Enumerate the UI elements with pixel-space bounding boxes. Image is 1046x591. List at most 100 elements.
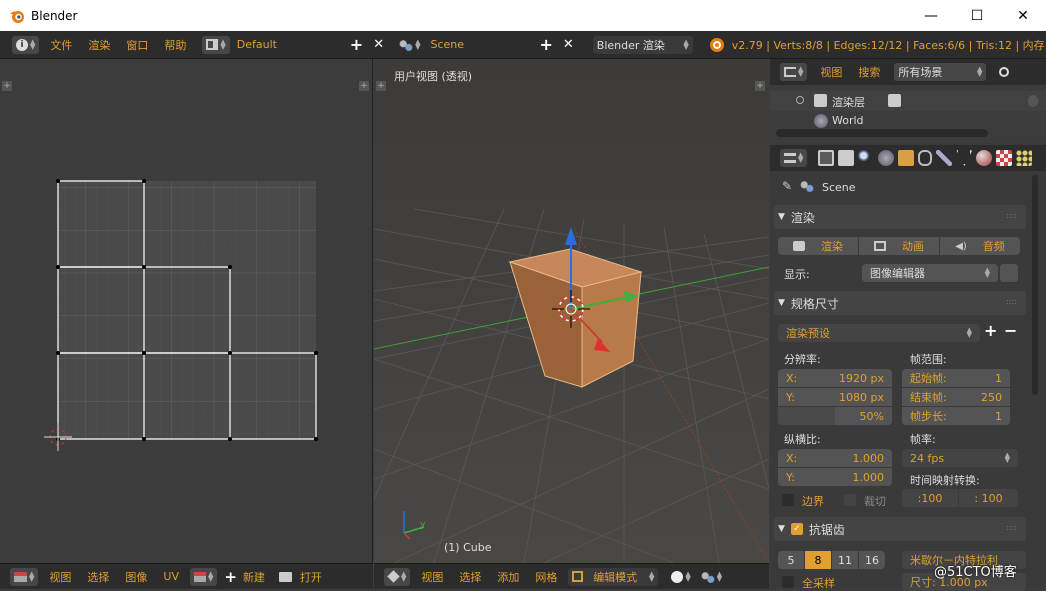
aspect-x-field[interactable]: X: 1.000 — [778, 449, 892, 467]
mode-select[interactable]: 编辑模式 ▲ ▼ — [568, 567, 659, 586]
properties-scrollbar[interactable] — [1032, 175, 1038, 395]
tab-animation[interactable]: 动画 — [859, 237, 939, 255]
particles-context-icon[interactable] — [1016, 150, 1033, 166]
remove-preset-icon[interactable]: − — [1004, 321, 1017, 340]
open-image-button[interactable]: 打开 — [300, 569, 322, 585]
3d-menu-select[interactable]: 选择 — [459, 569, 481, 585]
add-preset-icon[interactable]: + — [984, 321, 997, 340]
area-split-plus-icon[interactable]: + — [376, 81, 386, 91]
tab-audio[interactable]: ◀) 音频 — [940, 237, 1020, 255]
constraints-context-icon[interactable] — [918, 150, 933, 166]
uv-image-editor[interactable]: + + — [0, 59, 373, 563]
drag-handle-icon[interactable]: :::: — [1006, 297, 1017, 306]
scene-name[interactable]: Scene — [430, 38, 534, 51]
border-checkbox[interactable] — [782, 494, 794, 506]
time-remap-old-field[interactable]: :100 — [902, 489, 958, 507]
scroll-up-icon[interactable] — [1028, 95, 1038, 107]
tab-render[interactable]: 渲染 — [778, 237, 858, 255]
minimize-button[interactable]: — — [908, 0, 954, 31]
outliner-filter-select[interactable]: 所有场景 ▲ ▼ — [894, 63, 987, 81]
render-context-icon[interactable] — [818, 150, 835, 166]
outliner-menu-view[interactable]: 视图 — [820, 64, 842, 80]
editor-type-outliner-button[interactable]: ▲ ▼ — [780, 63, 808, 81]
uv-grid-canvas[interactable] — [0, 59, 373, 563]
fps-select[interactable]: 24 fps ▲ ▼ — [902, 449, 1018, 467]
add-layout-icon[interactable]: + — [350, 35, 363, 54]
area-split-plus-icon[interactable]: + — [755, 81, 765, 91]
modifiers-context-icon[interactable] — [936, 150, 953, 166]
renderlayer-context-icon[interactable] — [838, 150, 855, 166]
editor-type-properties-button[interactable]: ▲ ▼ — [780, 149, 808, 167]
renderlayer-label[interactable]: 渲染层 — [832, 94, 865, 110]
pivot-point-icon[interactable] — [700, 570, 715, 583]
frame-end-field[interactable]: 结束帧: 250 — [902, 388, 1010, 406]
uv-menu-view[interactable]: 视图 — [49, 569, 71, 585]
remove-scene-icon[interactable]: ✕ — [563, 37, 574, 52]
3d-viewport[interactable]: y 用户视图 (透视) (1) Cube + + — [374, 59, 769, 563]
add-scene-icon[interactable]: + — [539, 35, 552, 54]
resolution-x-field[interactable]: X: 1920 px — [778, 369, 892, 387]
frame-step-field[interactable]: 帧步长: 1 — [902, 407, 1010, 425]
screen-layout-name[interactable]: Default — [237, 38, 345, 51]
full-sample-checkbox[interactable] — [782, 576, 794, 588]
data-context-icon[interactable] — [956, 150, 973, 166]
world-context-icon[interactable] — [878, 150, 895, 166]
time-remap-new-field[interactable]: : 100 — [959, 489, 1018, 507]
uv-menu-uv[interactable]: UV — [163, 570, 179, 583]
uv-menu-image[interactable]: 图像 — [125, 569, 147, 585]
3d-menu-add[interactable]: 添加 — [497, 569, 519, 585]
editor-type-3d-button[interactable]: ▲ ▼ — [384, 567, 411, 586]
drag-handle-icon[interactable]: :::: — [1006, 523, 1017, 532]
crop-label[interactable]: 裁切 — [864, 493, 886, 509]
tree-expand-icon[interactable] — [796, 96, 804, 104]
uv-menu-select[interactable]: 选择 — [87, 569, 109, 585]
screen-layout-button[interactable]: ▲ ▼ — [202, 35, 230, 54]
render-engine-select[interactable]: Blender 渲染 ▲ ▼ — [592, 35, 693, 54]
render-preset-select[interactable]: 渲染预设 ▲ ▼ — [778, 324, 980, 342]
close-button[interactable]: ✕ — [1000, 0, 1046, 31]
open-folder-icon[interactable] — [278, 571, 292, 582]
material-context-icon[interactable] — [976, 150, 993, 166]
outliner-hscrollbar[interactable] — [776, 129, 988, 137]
editor-type-uv-button[interactable]: ▲ ▼ — [10, 567, 39, 586]
renderlayer-toggle-icon[interactable] — [888, 94, 901, 107]
3d-menu-view[interactable]: 视图 — [421, 569, 443, 585]
outliner-row-renderlayer[interactable]: 渲染层 — [770, 91, 1046, 111]
texture-context-icon[interactable] — [996, 150, 1013, 166]
aspect-y-field[interactable]: Y: 1.000 — [778, 468, 892, 486]
new-image-button[interactable]: 新建 — [243, 569, 265, 585]
maximize-button[interactable]: ☐ — [954, 0, 1000, 31]
object-context-icon[interactable] — [898, 150, 915, 166]
aa-samples-5[interactable]: 5 — [778, 551, 804, 569]
remove-layout-icon[interactable]: ✕ — [373, 37, 384, 52]
search-icon[interactable] — [999, 67, 1010, 77]
editor-type-info-button[interactable]: i ▲ ▼ — [12, 35, 40, 54]
viewport-scene[interactable]: y — [374, 59, 769, 563]
scene-context-icon[interactable] — [858, 150, 875, 166]
crop-checkbox[interactable] — [844, 494, 856, 506]
resolution-percent-slider[interactable]: 50% — [778, 407, 892, 425]
aa-samples-16[interactable]: 16 — [859, 551, 885, 569]
resolution-y-field[interactable]: Y: 1080 px — [778, 388, 892, 406]
outliner-menu-search[interactable]: 搜索 — [858, 64, 880, 80]
3d-menu-mesh[interactable]: 网格 — [535, 569, 557, 585]
aa-samples-8[interactable]: 8 — [805, 551, 831, 569]
frame-start-field[interactable]: 起始帧: 1 — [902, 369, 1010, 387]
menu-window[interactable]: 窗口 — [126, 37, 148, 53]
menu-file[interactable]: 文件 — [50, 37, 72, 53]
outliner-row-world[interactable]: World — [770, 111, 1046, 131]
aa-samples-11[interactable]: 11 — [832, 551, 858, 569]
image-browse-button[interactable]: ▲ ▼ — [189, 567, 218, 586]
lock-icon[interactable] — [1000, 264, 1018, 282]
drag-handle-icon[interactable]: :::: — [1006, 211, 1017, 220]
display-select[interactable]: 图像编辑器 ▲ ▼ — [862, 264, 998, 282]
outliner-tree[interactable]: 渲染层 World — [770, 85, 1046, 143]
pin-icon[interactable]: ✎ — [782, 179, 792, 193]
aa-section-title[interactable]: ▼ ✓ 抗锯齿 — [778, 519, 845, 539]
world-label[interactable]: World — [832, 114, 864, 127]
render-section-title[interactable]: ▼ 渲染 — [778, 207, 815, 227]
dimensions-section-title[interactable]: ▼ 规格尺寸 — [778, 293, 839, 313]
menu-help[interactable]: 帮助 — [164, 37, 186, 53]
viewport-shading-icon[interactable] — [671, 570, 684, 583]
aa-enable-checkbox[interactable]: ✓ — [790, 523, 803, 535]
